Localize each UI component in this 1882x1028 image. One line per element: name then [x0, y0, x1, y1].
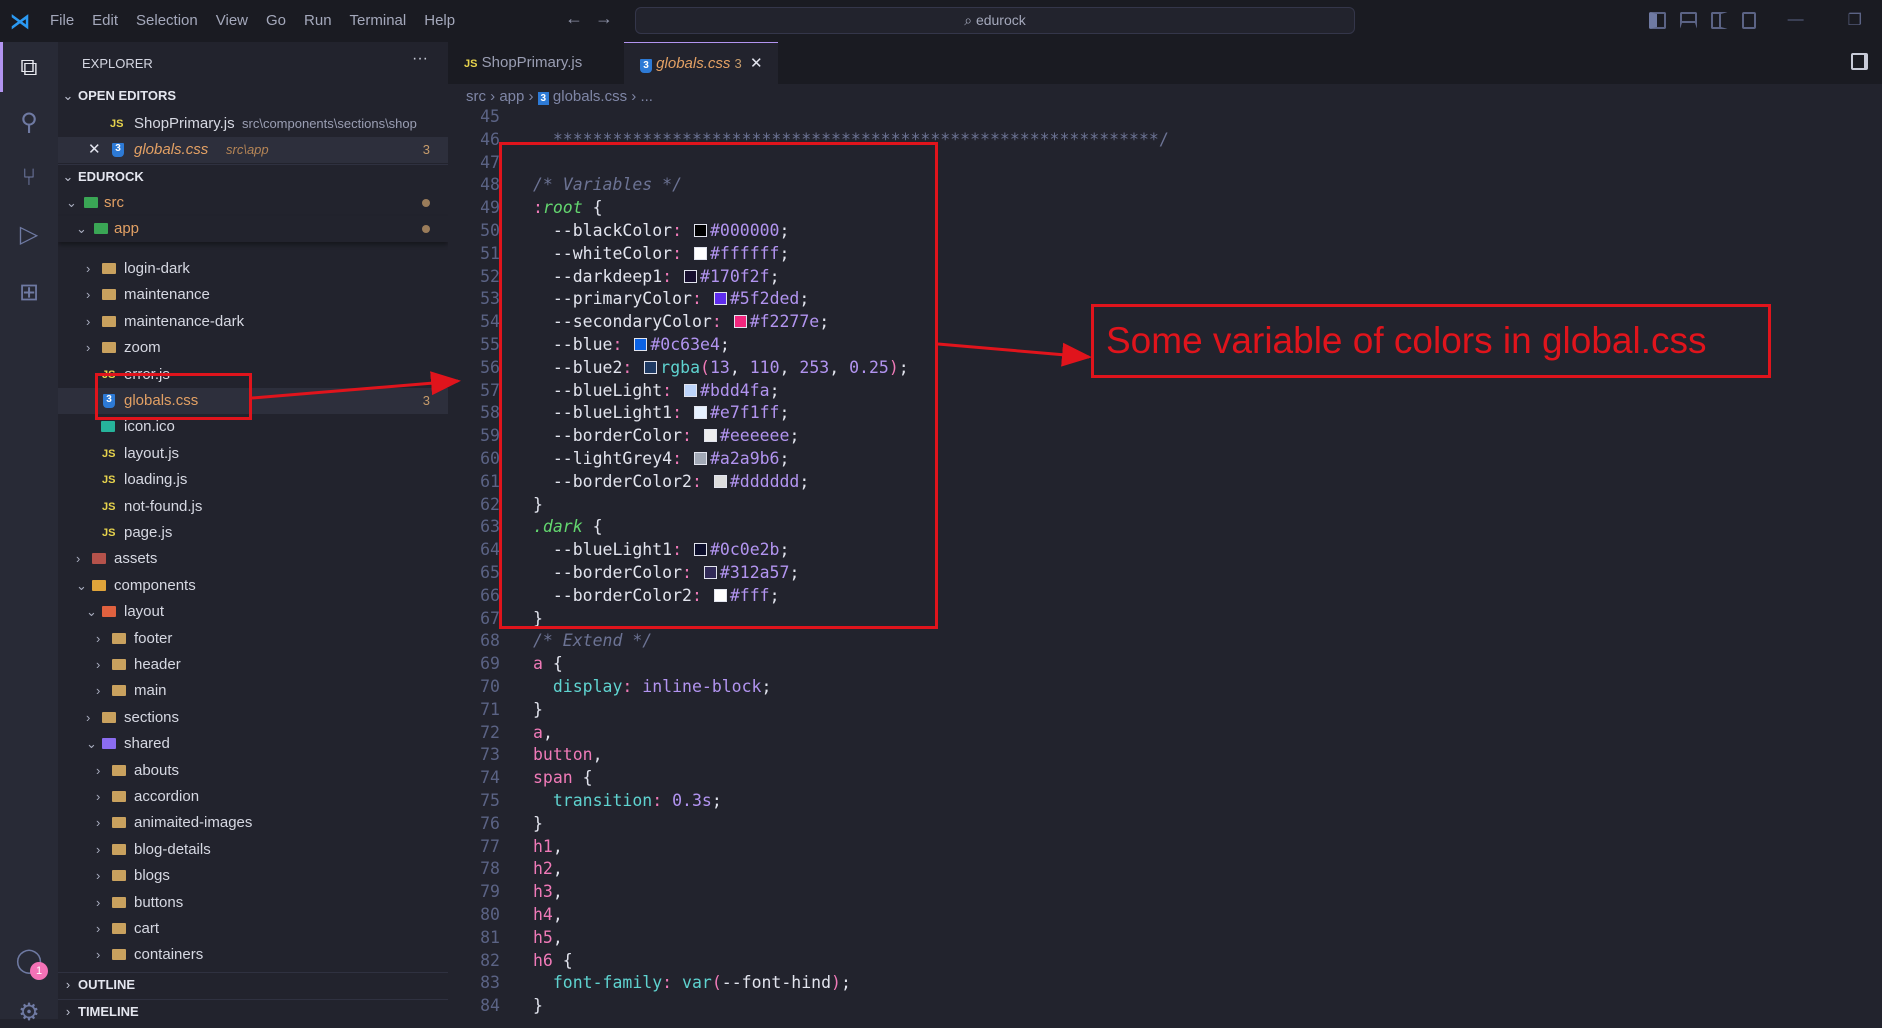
arrow-file-to-code	[251, 371, 461, 400]
chevron-down-icon: ⌄	[76, 221, 87, 236]
annotation-arrows	[251, 342, 1092, 400]
folder-name: app	[114, 220, 140, 237]
folder-src-icon	[84, 197, 98, 208]
folder-app-icon	[94, 223, 108, 234]
tree-folder-src[interactable]: ⌄ src	[58, 190, 448, 216]
modified-dot	[422, 225, 430, 233]
chevron-down-icon: ⌄	[66, 195, 77, 210]
arrow-code-to-callout	[937, 342, 1092, 367]
modified-dot	[422, 199, 430, 207]
tree-folder-app[interactable]: ⌄ app	[58, 216, 448, 242]
folder-name: src	[104, 194, 124, 211]
